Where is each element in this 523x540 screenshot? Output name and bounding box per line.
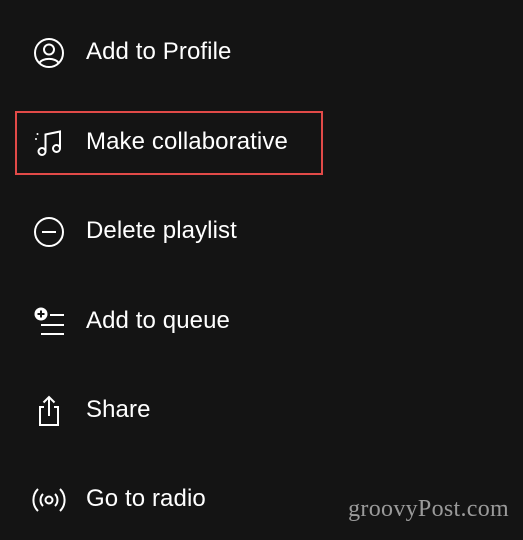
radio-icon (32, 483, 66, 517)
add-queue-icon (32, 305, 66, 339)
menu-item-share[interactable]: Share (0, 380, 523, 440)
music-note-icon (32, 126, 66, 160)
watermark: groovyPost.com (348, 496, 509, 522)
menu-item-delete-playlist[interactable]: Delete playlist (0, 201, 523, 261)
menu-item-make-collaborative[interactable]: Make collaborative (0, 112, 523, 172)
minus-circle-icon (32, 215, 66, 249)
share-icon (32, 394, 66, 428)
menu-item-add-to-profile[interactable]: Add to Profile (0, 22, 523, 82)
playlist-context-menu: Add to Profile Make collaborative Delete… (0, 0, 523, 540)
profile-icon (32, 36, 66, 70)
menu-item-label: Add to Profile (86, 38, 232, 65)
menu-item-label: Add to queue (86, 307, 230, 334)
menu-item-label: Share (86, 396, 151, 423)
menu-item-label: Make collaborative (86, 128, 288, 155)
menu-item-label: Delete playlist (86, 217, 237, 244)
menu-item-label: Go to radio (86, 485, 206, 512)
menu-item-add-to-queue[interactable]: Add to queue (0, 291, 523, 351)
